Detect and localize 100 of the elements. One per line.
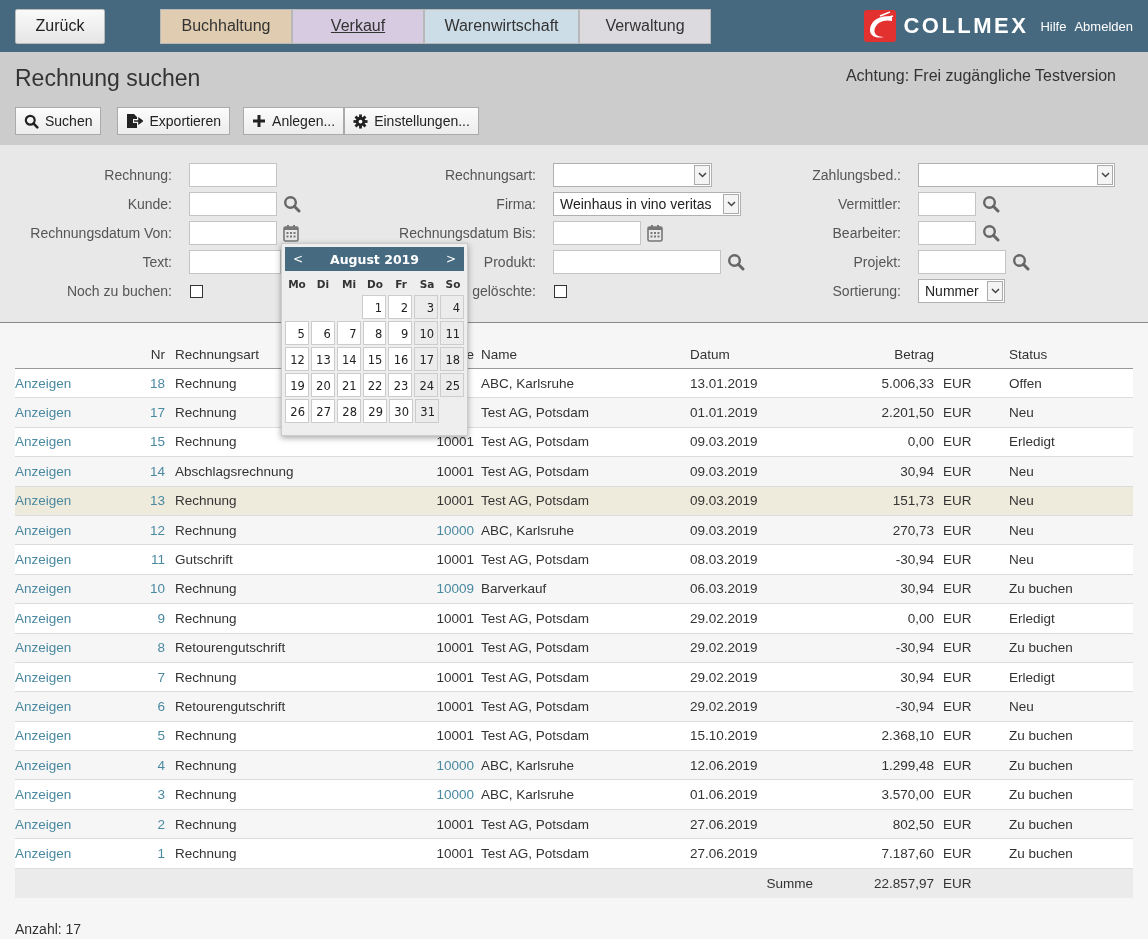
customer-number-link[interactable]: 10000 <box>436 780 474 809</box>
search-icon[interactable] <box>1012 253 1030 271</box>
invoice-number-link[interactable]: 8 <box>157 633 165 662</box>
show-link[interactable]: Anzeigen <box>15 434 72 450</box>
table-row[interactable]: Anzeigen 3 Rechnung 10000 ABC, Karlsruhe 01.06.2019 3.570,00 EUR Zu buchen <box>15 780 1133 810</box>
invoice-number-link[interactable]: 18 <box>149 369 165 398</box>
calendar-day[interactable]: 14 <box>336 347 361 371</box>
calendar-day[interactable]: 9 <box>388 321 413 345</box>
checkbox[interactable] <box>554 284 567 298</box>
invoice-number-link[interactable]: 14 <box>149 457 165 486</box>
calendar-day[interactable]: 12 <box>285 347 309 371</box>
invoice-number-link[interactable]: 3 <box>157 780 165 809</box>
show-link[interactable]: Anzeigen <box>15 728 72 744</box>
show-link[interactable]: Anzeigen <box>15 787 72 803</box>
invoice-number-link[interactable]: 1 <box>157 839 165 868</box>
calendar-day[interactable]: 22 <box>362 373 387 397</box>
show-link[interactable]: Anzeigen <box>15 522 72 538</box>
text-field[interactable] <box>189 250 281 274</box>
show-link[interactable]: Anzeigen <box>15 640 72 656</box>
calendar-day[interactable]: 20 <box>310 373 335 397</box>
search-icon[interactable] <box>982 224 1000 242</box>
show-link[interactable]: Anzeigen <box>15 699 72 714</box>
calendar-day[interactable]: 16 <box>388 347 413 371</box>
calendar-day[interactable]: 19 <box>285 373 309 397</box>
invoice-number-link[interactable]: 9 <box>157 604 165 633</box>
nav-tab[interactable]: Warenwirtschaft <box>424 8 579 44</box>
show-link[interactable]: Anzeigen <box>15 610 72 626</box>
calendar-day[interactable]: 27 <box>311 399 335 423</box>
calendar-day[interactable]: 25 <box>440 373 464 397</box>
calendar-day[interactable]: 6 <box>310 321 335 345</box>
search-icon[interactable] <box>283 195 301 213</box>
calendar-day[interactable]: 7 <box>336 321 361 345</box>
next-month-button[interactable]: > <box>445 252 456 266</box>
invoice-number-link[interactable]: 12 <box>149 515 165 545</box>
calendar-day[interactable]: 23 <box>388 373 413 397</box>
dropdown[interactable] <box>918 163 1115 187</box>
show-link[interactable]: Anzeigen <box>15 405 72 421</box>
checkbox[interactable] <box>190 284 203 298</box>
calendar-icon[interactable] <box>283 224 299 242</box>
calendar-day[interactable]: 24 <box>414 373 439 397</box>
invoice-number-link[interactable]: 17 <box>149 398 165 427</box>
date-field[interactable] <box>189 221 277 245</box>
calendar-day[interactable]: 31 <box>415 399 439 423</box>
calendar-day[interactable]: 15 <box>362 347 387 371</box>
back-button[interactable]: Zurück <box>15 8 105 44</box>
calendar-day[interactable]: 2 <box>388 295 412 319</box>
show-link[interactable]: Anzeigen <box>15 463 72 479</box>
calendar-day[interactable]: 30 <box>389 399 413 423</box>
calendar-day[interactable]: 28 <box>337 399 361 423</box>
show-link[interactable]: Anzeigen <box>15 845 72 861</box>
invoice-number-link[interactable]: 15 <box>149 427 165 457</box>
invoice-number-link[interactable]: 2 <box>157 809 165 839</box>
show-link[interactable]: Anzeigen <box>15 375 72 391</box>
calendar-day[interactable]: 17 <box>414 347 439 371</box>
show-link[interactable]: Anzeigen <box>15 816 72 832</box>
toolbar-button[interactable]: Einstellungen... <box>344 107 479 135</box>
text-field[interactable] <box>918 221 976 245</box>
dropdown[interactable]: Weinhaus in vino veritas <box>553 192 741 216</box>
customer-number-link[interactable]: 10009 <box>436 574 474 604</box>
show-link[interactable]: Anzeigen <box>15 552 72 568</box>
text-field[interactable] <box>918 250 1006 274</box>
text-field[interactable] <box>918 192 976 216</box>
nav-tab[interactable]: Verwaltung <box>579 8 711 44</box>
date-field[interactable] <box>553 221 641 245</box>
toolbar-button[interactable]: Suchen <box>15 107 102 135</box>
table-row[interactable]: Anzeigen 1 Rechnung 10001 Test AG, Potsdam 27.06.2019 7.187,60 EUR Zu buchen <box>15 839 1133 869</box>
invoice-number-link[interactable]: 7 <box>157 662 165 692</box>
nav-tab[interactable]: Verkauf <box>292 8 424 44</box>
toolbar-button[interactable]: Exportieren <box>117 107 231 135</box>
show-link[interactable]: Anzeigen <box>15 581 72 597</box>
search-icon[interactable] <box>982 195 1000 213</box>
calendar-day[interactable]: 5 <box>285 321 309 345</box>
search-icon[interactable] <box>727 253 745 271</box>
header-link[interactable]: Abmelden <box>1074 18 1133 34</box>
calendar-icon[interactable] <box>647 224 663 242</box>
calendar-day[interactable]: 3 <box>414 295 438 319</box>
dropdown[interactable] <box>553 163 712 187</box>
calendar-day[interactable]: 8 <box>362 321 387 345</box>
header-link[interactable]: Hilfe <box>1040 18 1067 34</box>
calendar-day[interactable]: 10 <box>414 321 439 345</box>
invoice-number-link[interactable]: 4 <box>157 751 165 780</box>
calendar-day[interactable]: 26 <box>285 399 309 423</box>
invoice-number-link[interactable]: 5 <box>157 721 165 751</box>
invoice-number-link[interactable]: 6 <box>157 692 165 721</box>
previous-month-button[interactable]: < <box>293 252 304 266</box>
calendar-day[interactable]: 21 <box>336 373 361 397</box>
calendar-day[interactable]: 13 <box>310 347 335 371</box>
invoice-number-link[interactable]: 11 <box>151 545 165 574</box>
calendar-day[interactable]: 4 <box>440 295 464 319</box>
invoice-number-link[interactable]: 10 <box>149 574 165 604</box>
calendar-day[interactable]: 11 <box>440 321 464 345</box>
toolbar-button[interactable]: Anlegen... <box>243 107 345 135</box>
calendar-day[interactable]: 29 <box>363 399 387 423</box>
table-row[interactable]: Anzeigen 11 Gutschrift 10001 Test AG, Potsdam 08.03.2019 -30,94 EUR Neu <box>15 545 1133 575</box>
table-row[interactable]: Anzeigen 9 Rechnung 10001 Test AG, Potsdam 29.02.2019 0,00 EUR Erledigt <box>15 604 1133 634</box>
show-link[interactable]: Anzeigen <box>15 669 72 685</box>
calendar-day[interactable]: 1 <box>362 295 386 319</box>
table-row[interactable]: Anzeigen 5 Rechnung 10001 Test AG, Potsdam 15.10.2019 2.368,10 EUR Zu buchen <box>15 721 1133 752</box>
calendar-day[interactable]: 18 <box>440 347 464 371</box>
text-field[interactable] <box>189 192 277 216</box>
